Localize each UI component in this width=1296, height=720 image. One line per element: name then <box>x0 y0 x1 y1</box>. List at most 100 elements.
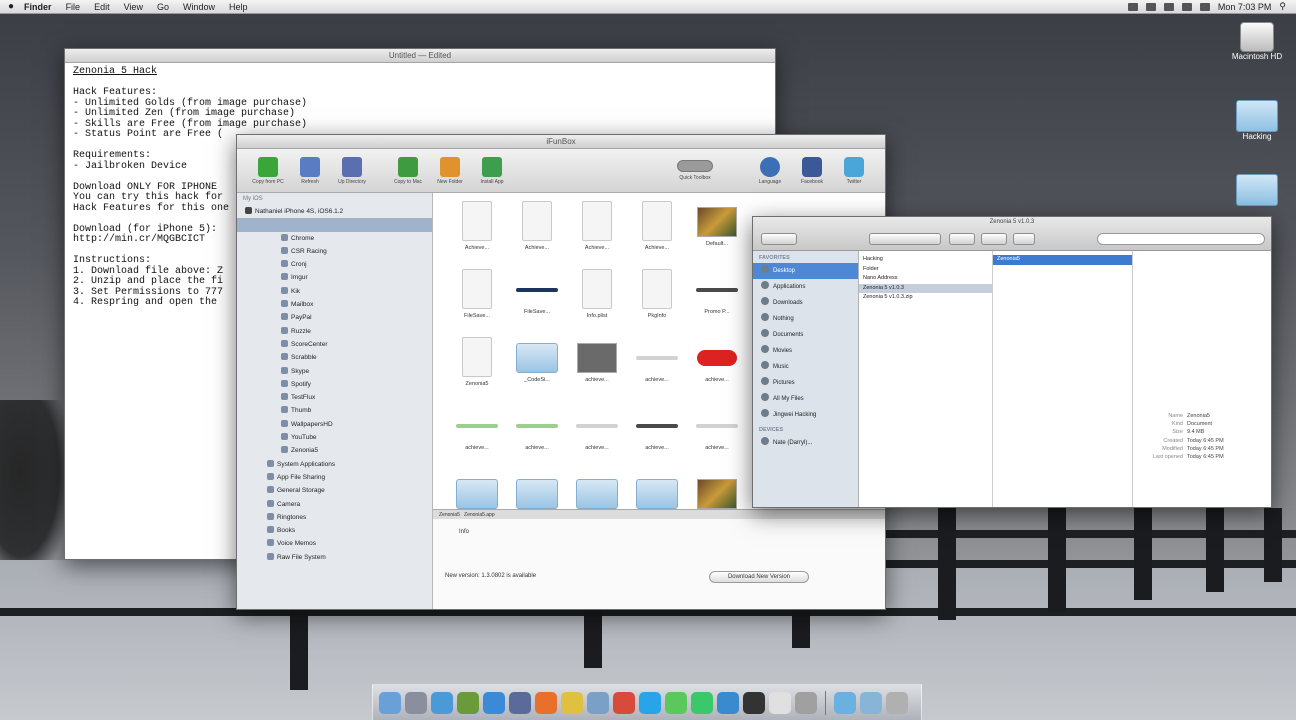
menu-go[interactable]: Go <box>157 2 169 12</box>
sidebar-item-favorite[interactable]: Pictures <box>753 375 858 391</box>
file-item[interactable]: _CodeSi... <box>507 337 567 383</box>
file-item[interactable]: achieve... <box>687 405 747 451</box>
file-item[interactable]: achieve... <box>567 405 627 451</box>
menu-help[interactable]: Help <box>229 2 248 12</box>
dock-firefox-icon[interactable] <box>535 691 557 714</box>
file-item[interactable]: Info.plist <box>567 269 627 319</box>
sidebar-item-app[interactable]: Thumb <box>237 404 432 417</box>
sidebar-item-app[interactable]: CSR Racing <box>237 245 432 258</box>
toolbar-button[interactable]: Language <box>749 156 791 185</box>
sidebar-item-favorite[interactable]: Jingwei Hacking <box>753 407 858 423</box>
back-forward-button[interactable] <box>761 233 797 245</box>
clock[interactable]: Mon 7:03 PM <box>1218 2 1272 12</box>
toolbar-button[interactable]: Up Directory <box>331 156 373 185</box>
bluetooth-icon[interactable] <box>1163 2 1174 11</box>
column-item[interactable]: Hacking <box>859 255 992 265</box>
download-new-version-button[interactable]: Download New Version <box>709 571 809 583</box>
sidebar-group[interactable]: Camera <box>237 498 432 511</box>
sidebar-item-favorite[interactable]: Music <box>753 359 858 375</box>
menu-app[interactable]: Finder <box>24 2 52 12</box>
desktop-icon-hacking[interactable]: Hacking <box>1222 100 1292 141</box>
sidebar-item-app[interactable]: Scrabble <box>237 351 432 364</box>
toolbar-button[interactable]: New Folder <box>429 156 471 185</box>
dock-trash-icon[interactable] <box>886 691 908 714</box>
dock-downloads-icon[interactable] <box>834 691 856 714</box>
file-item[interactable]: achieve... <box>507 405 567 451</box>
file-item[interactable] <box>687 473 747 513</box>
sidebar-item-favorite[interactable]: All My Files <box>753 391 858 407</box>
menu-view[interactable]: View <box>124 2 143 12</box>
sidebar-group[interactable]: Raw File System <box>237 551 432 564</box>
toolbar-button[interactable]: Twitter <box>833 156 875 185</box>
column-item[interactable]: Nano Address <box>859 274 992 284</box>
file-item[interactable]: Achieve... <box>447 201 507 251</box>
sidebar-item-app[interactable]: TestFlux <box>237 391 432 404</box>
arrange-button[interactable] <box>949 233 975 245</box>
menu-window[interactable]: Window <box>183 2 215 12</box>
sidebar-item-app[interactable]: Skype <box>237 365 432 378</box>
dock-stacks-icon[interactable] <box>795 691 817 714</box>
toolbar-button[interactable]: Copy from PC <box>247 156 289 185</box>
device-row[interactable]: Nathaniel iPhone 4S, iOS6.1.2 <box>237 205 432 218</box>
menu-edit[interactable]: Edit <box>94 2 110 12</box>
dock-calendar-icon[interactable] <box>613 691 635 714</box>
sidebar-group[interactable]: App File Sharing <box>237 471 432 484</box>
sidebar-item-app[interactable]: Imgur <box>237 271 432 284</box>
dock-messages-icon[interactable] <box>665 691 687 714</box>
file-item[interactable]: Achieve... <box>627 201 687 251</box>
file-item[interactable]: Default... <box>687 201 747 247</box>
dock-textedit-icon[interactable] <box>769 691 791 714</box>
sidebar-item-app[interactable]: PayPal <box>237 311 432 324</box>
spotlight-icon[interactable]: ⚲ <box>1279 1 1286 12</box>
file-item[interactable]: FileSave... <box>507 269 567 315</box>
sidebar-item-app[interactable]: Cronj <box>237 258 432 271</box>
wifi-icon[interactable] <box>1181 2 1192 11</box>
file-item[interactable]: Achieve... <box>507 201 567 251</box>
sidebar-group[interactable]: General Storage <box>237 484 432 497</box>
sidebar-item-favorite[interactable]: Nothing <box>753 311 858 327</box>
file-item[interactable] <box>567 473 627 513</box>
sidebar-item-app[interactable]: WallpapersHD <box>237 418 432 431</box>
file-item[interactable] <box>627 473 687 513</box>
desktop-icon-macintosh-hd[interactable]: Macintosh HD <box>1222 22 1292 61</box>
file-item[interactable] <box>507 473 567 513</box>
file-item[interactable]: Zenonia5 <box>447 337 507 387</box>
quick-toolbox-toggle[interactable]: Quick Toolbox <box>677 160 713 181</box>
dock-skype-icon[interactable] <box>639 691 661 714</box>
dock-safari-icon[interactable] <box>431 691 453 714</box>
toolbar-button[interactable]: Refresh <box>289 156 331 185</box>
sidebar-item-app[interactable]: YouTube <box>237 431 432 444</box>
dock-terminal-icon[interactable] <box>743 691 765 714</box>
toolbar-button[interactable]: Install App <box>471 156 513 185</box>
sidebar-group[interactable]: Ringtones <box>237 511 432 524</box>
column-item[interactable]: Zenonia 5 v1.0.3.zip <box>859 293 992 303</box>
dock-mail-icon[interactable] <box>587 691 609 714</box>
file-item[interactable]: achieve... <box>567 337 627 383</box>
dock-ifunbox-icon[interactable] <box>717 691 739 714</box>
file-item[interactable]: achieve... <box>687 337 747 383</box>
sidebar-item-app[interactable]: Spotify <box>237 378 432 391</box>
dock-documents-icon[interactable] <box>860 691 882 714</box>
share-button[interactable] <box>1013 233 1035 245</box>
sidebar-item-user-applications[interactable] <box>237 218 432 232</box>
view-mode-buttons[interactable] <box>869 233 941 245</box>
file-item[interactable]: PkgInfo <box>627 269 687 319</box>
action-button[interactable] <box>981 233 1007 245</box>
file-item[interactable]: achieve... <box>447 405 507 451</box>
sidebar-item-favorite[interactable]: Movies <box>753 343 858 359</box>
sidebar-item-app[interactable]: Kik <box>237 285 432 298</box>
sidebar-item-app[interactable]: Zenonia5 <box>237 444 432 457</box>
dock-facetime-icon[interactable] <box>691 691 713 714</box>
file-item[interactable]: Achieve... <box>567 201 627 251</box>
toolbar-button[interactable]: Copy to Mac <box>387 156 429 185</box>
column-item[interactable]: Zenonia5 <box>993 255 1132 265</box>
volume-icon[interactable] <box>1199 2 1210 11</box>
dock-chrome-icon[interactable] <box>561 691 583 714</box>
sidebar-group[interactable]: System Applications <box>237 458 432 471</box>
tab-zenonia5-app[interactable]: Zenonia5.app <box>464 512 495 518</box>
file-item[interactable]: achieve... <box>627 337 687 383</box>
sidebar-item-app[interactable]: ScoreCenter <box>237 338 432 351</box>
file-item[interactable]: Promo P... <box>687 269 747 315</box>
column-item[interactable]: Zenonia 5 v1.0.3 <box>859 283 992 293</box>
column-item[interactable]: Folder <box>859 265 992 275</box>
